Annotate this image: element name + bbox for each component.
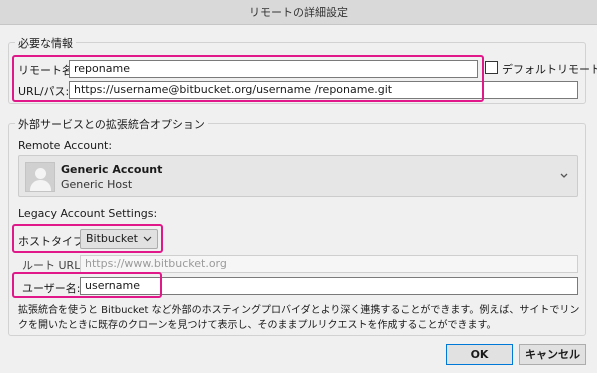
legacy-settings-label: Legacy Account Settings:: [18, 207, 158, 220]
account-host: Generic Host: [61, 178, 133, 191]
dialog-title: リモートの詳細設定: [0, 0, 597, 25]
chevron-down-icon: [560, 173, 568, 178]
avatar: [25, 162, 55, 192]
host-type-label: ホストタイプ:: [18, 235, 88, 248]
root-url-label: ルート URL:: [22, 259, 85, 272]
default-remote-checkbox[interactable]: [485, 61, 498, 74]
root-url-input[interactable]: https://www.bitbucket.org: [80, 255, 578, 273]
ok-button[interactable]: OK: [446, 344, 513, 365]
remote-name-input[interactable]: reponame: [69, 60, 478, 78]
username-label: ユーザー名:: [22, 282, 81, 295]
remote-account-label: Remote Account:: [18, 139, 113, 152]
remote-account-select[interactable]: Generic Account Generic Host: [18, 155, 578, 197]
url-path-label: URL/パス:: [18, 85, 70, 98]
cancel-button[interactable]: キャンセル: [519, 344, 586, 365]
remote-name-label: リモート名:: [18, 64, 77, 77]
chevron-down-icon: [143, 236, 152, 242]
integration-description: 拡張統合を使うと Bitbucket など外部のホスティングプロバイダとより深く…: [18, 305, 580, 331]
host-type-dropdown[interactable]: Bitbucket: [80, 229, 158, 249]
default-remote-label: デフォルトリモート: [502, 63, 597, 76]
required-info-title: 必要な情報: [15, 35, 76, 51]
account-name: Generic Account: [61, 163, 163, 176]
username-input[interactable]: username: [80, 277, 578, 295]
host-type-value: Bitbucket: [86, 232, 138, 245]
url-path-input[interactable]: https://username@bitbucket.org/username …: [69, 81, 578, 99]
integration-title: 外部サービスとの拡張統合オプション: [15, 116, 208, 132]
